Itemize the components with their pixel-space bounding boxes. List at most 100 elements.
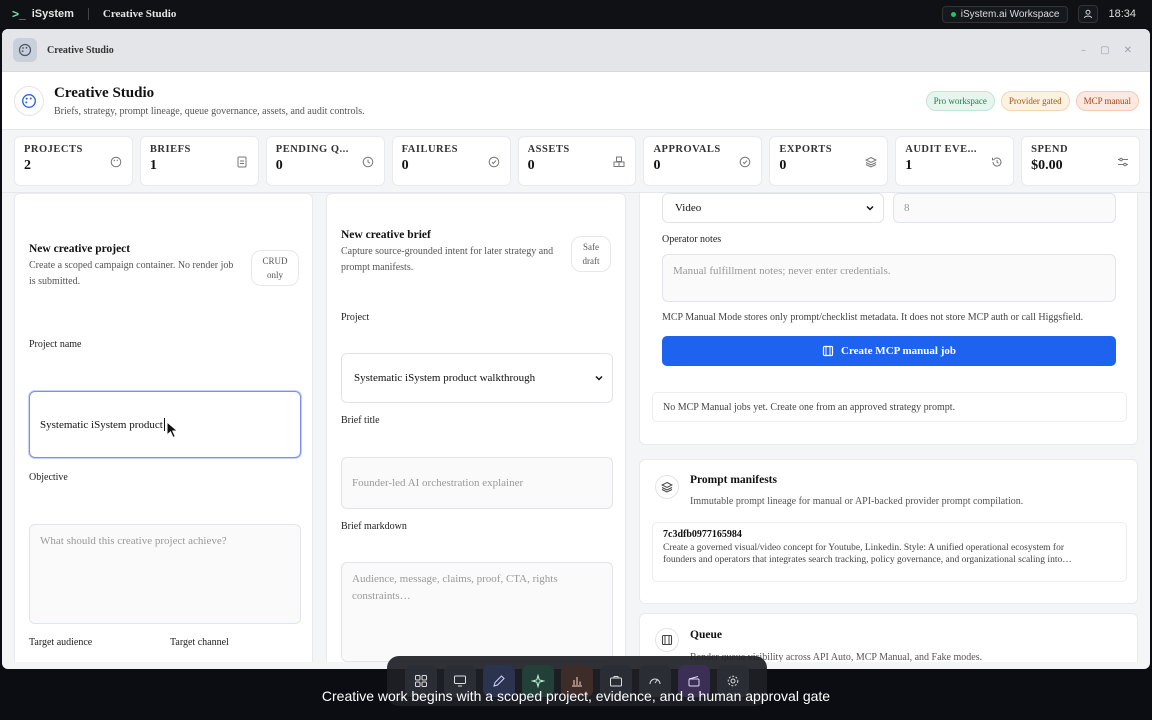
sliders-icon [1118,157,1129,167]
stat-value: 1 [149,158,157,173]
brand[interactable]: >_ iSystem [0,7,74,21]
stat-label: PROJECTS [24,144,83,155]
stat-label: FAILURES [401,144,458,155]
brief-markdown-label: Brief markdown [341,521,407,532]
user-icon [1084,9,1093,19]
queue-card: Queue Render queue visibility across API… [639,613,1138,662]
film-icon [822,345,834,357]
stat-label: PENDING Q... [275,144,349,155]
stat-value: 0 [527,158,535,173]
check-circle-icon [740,156,751,168]
document-icon [237,156,247,168]
manifest-item[interactable]: 7c3dfb0977165984 Create a governed visua… [652,522,1127,582]
stat-value: 1 [905,158,913,173]
page-subtitle: Briefs, strategy, prompt lineage, queue … [54,105,365,117]
palette-icon [13,38,37,62]
app-name: Creative Studio [102,8,177,20]
divider [87,8,89,20]
gauge-icon [649,678,661,685]
create-mcp-job-label: Create MCP manual job [841,345,956,357]
count-input[interactable]: 8 [893,193,1116,223]
clapper-icon [688,676,700,687]
stat-briefs[interactable]: BRIEFS 1 [139,136,259,186]
prompt-manifests-card: Prompt manifests Immutable prompt lineag… [639,459,1138,604]
stat-label: ASSETS [527,144,570,155]
layers-icon [655,475,679,499]
stat-value: $0.00 [1031,158,1063,173]
page-title: Creative Studio [54,84,155,101]
project-label: Project [341,312,370,323]
stat-value: 0 [401,158,409,173]
layers-icon [865,156,878,168]
stat-label: EXPORTS [779,144,833,155]
project-name-input[interactable]: Systematic iSystem product [29,391,301,458]
objective-textarea[interactable]: What should this creative project achiev… [29,524,301,624]
mcp-manual-badge: MCP manual [1075,90,1139,111]
stat-audit-events[interactable]: AUDIT EVE... 1 [895,136,1015,186]
stat-pending-queue[interactable]: PENDING Q... 0 [265,136,385,186]
project-name-value: Systematic iSystem product [40,418,163,431]
film-icon [655,628,679,652]
card-title: New creative project [29,243,131,255]
media-type-select[interactable]: Video [662,193,884,223]
card-subtitle: Capture source-grounded intent for later… [341,246,554,273]
workspace-label: iSystem.ai Workspace [960,8,1060,20]
window-titlebar: Creative Studio – ▢ ✕ [2,29,1150,72]
stat-label: APPROVALS [653,144,721,155]
project-select[interactable]: Systematic iSystem product walkthrough [341,353,613,403]
pen-icon [493,675,505,687]
stat-projects[interactable]: PROJECTS 2 [14,136,133,186]
brief-markdown-textarea[interactable]: Audience, message, claims, proof, CTA, r… [341,562,613,662]
brief-form-card: New creative brief Capture source-ground… [326,193,626,662]
stat-value: 2 [24,158,31,173]
text-caret [163,418,165,431]
stats-row: PROJECTS 2 BRIEFS 1 PENDING Q... 0 FAILU… [2,130,1150,193]
chevron-down-icon [866,205,874,211]
target-audience-label: Target audience [29,637,93,648]
stat-exports[interactable]: EXPORTS 0 [769,136,889,186]
crud-only-pill: CRUD only [251,250,299,286]
app-window: Creative Studio – ▢ ✕ Creative Studio Br… [2,29,1150,669]
operator-notes-textarea[interactable]: Manual fulfillment notes; never enter cr… [662,254,1116,302]
monitor-icon [454,675,466,687]
gear-icon [727,675,739,687]
window-title: Creative Studio [47,44,114,56]
brief-title-input[interactable]: Founder-led AI orchestration explainer [341,457,613,509]
card-subtitle: Create a scoped campaign container. No r… [29,260,234,287]
objective-label: Objective [29,472,68,483]
media-type-value: Video [675,202,702,214]
provider-gated-badge: Provider gated [1000,90,1070,111]
close-button[interactable]: ✕ [1124,45,1132,56]
project-form-card: New creative project Create a scoped cam… [14,193,313,662]
stat-label: SPEND [1031,144,1069,155]
project-name-label: Project name [29,339,82,350]
page-header: Creative Studio Briefs, strategy, prompt… [2,72,1150,130]
stat-value: 0 [779,158,787,173]
mcp-empty-box: No MCP Manual jobs yet. Create one from … [652,392,1127,422]
system-bar: >_ iSystem Creative Studio iSystem.ai Wo… [0,0,1152,28]
stat-spend[interactable]: SPEND $0.00 [1021,136,1141,186]
stat-value: 0 [653,158,661,173]
grid-icon [415,675,427,687]
chevron-down-icon [595,375,603,381]
video-caption: Creative work begins with a scoped proje… [321,688,831,704]
stat-assets[interactable]: ASSETS 0 [517,136,637,186]
stat-approvals[interactable]: APPROVALS 0 [643,136,763,186]
manifests-subtitle: Immutable prompt lineage for manual or A… [690,496,1024,507]
mcp-info-text: MCP Manual Mode stores only prompt/check… [662,312,1084,323]
manifest-desc-line-2: founders and operators that integrates s… [663,555,1072,565]
stat-failures[interactable]: FAILURES 0 [391,136,511,186]
user-button[interactable] [1078,5,1099,23]
minimize-button[interactable]: – [1081,45,1086,56]
manifests-title: Prompt manifests [690,474,777,486]
chart-icon [572,677,582,687]
mcp-empty-text: No MCP Manual jobs yet. Create one from … [663,401,956,413]
safe-draft-pill: Safe draft [571,236,611,272]
stat-value: 0 [275,158,283,173]
create-mcp-job-button[interactable]: Create MCP manual job [662,336,1116,366]
target-channel-label: Target channel [170,637,229,648]
boxes-icon [613,156,625,167]
clock: 18:34 [1108,8,1136,20]
maximize-button[interactable]: ▢ [1100,45,1109,56]
workspace-switcher[interactable]: iSystem.ai Workspace [941,5,1069,23]
